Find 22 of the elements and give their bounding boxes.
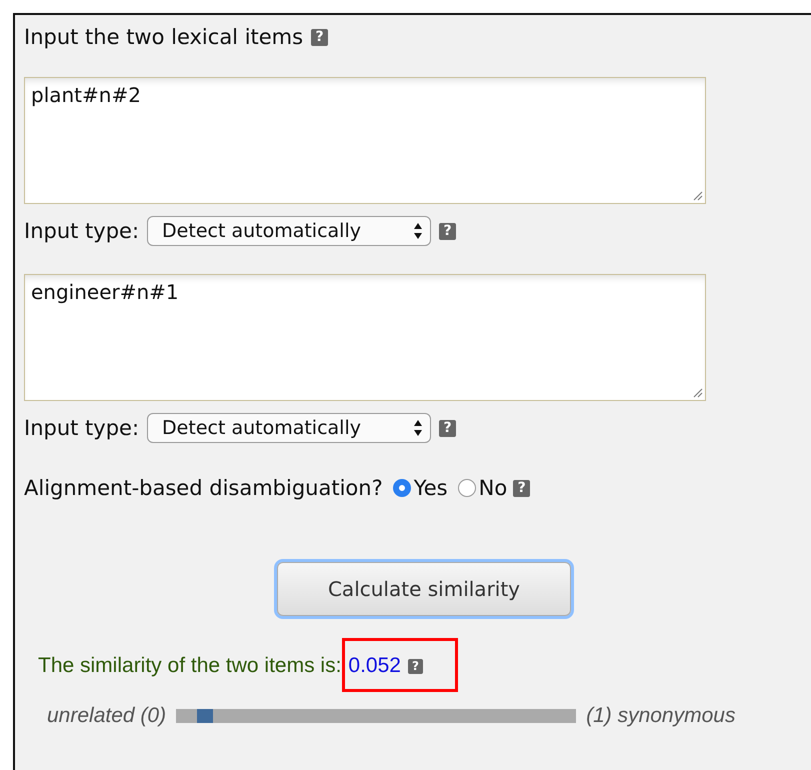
- field-label: Input type:: [24, 219, 140, 243]
- type-dropdown[interactable]: Detect automatically: [147, 413, 432, 443]
- help-icon[interactable]: ?: [513, 480, 530, 496]
- text-value: engineer#n#1: [31, 280, 179, 304]
- scale-min-label: unrelated (0): [47, 704, 166, 728]
- calculate-button[interactable]: Calculate similarity: [277, 562, 571, 616]
- help-icon[interactable]: ?: [439, 420, 456, 436]
- radio-label: No: [478, 476, 508, 500]
- text-area[interactable]: engineer#n#1: [24, 274, 706, 401]
- option-label: Alignment-based disambiguation?: [24, 476, 383, 500]
- type-dropdown[interactable]: Detect automatically: [147, 216, 432, 246]
- result-label: The similarity of the two items is:: [38, 654, 342, 678]
- radio-label: Yes: [414, 476, 448, 500]
- help-icon[interactable]: ?: [439, 222, 456, 240]
- result-value: 0.052: [348, 654, 401, 678]
- help-icon[interactable]: ?: [311, 28, 328, 46]
- section-title: Input the two lexical items: [24, 25, 304, 49]
- text-value: plant#n#2: [31, 83, 141, 107]
- help-icon[interactable]: ?: [408, 658, 423, 674]
- field-label: Input type:: [24, 416, 140, 440]
- text-area[interactable]: plant#n#2: [24, 77, 706, 204]
- scale-max-label: (1) synonymous: [586, 704, 736, 728]
